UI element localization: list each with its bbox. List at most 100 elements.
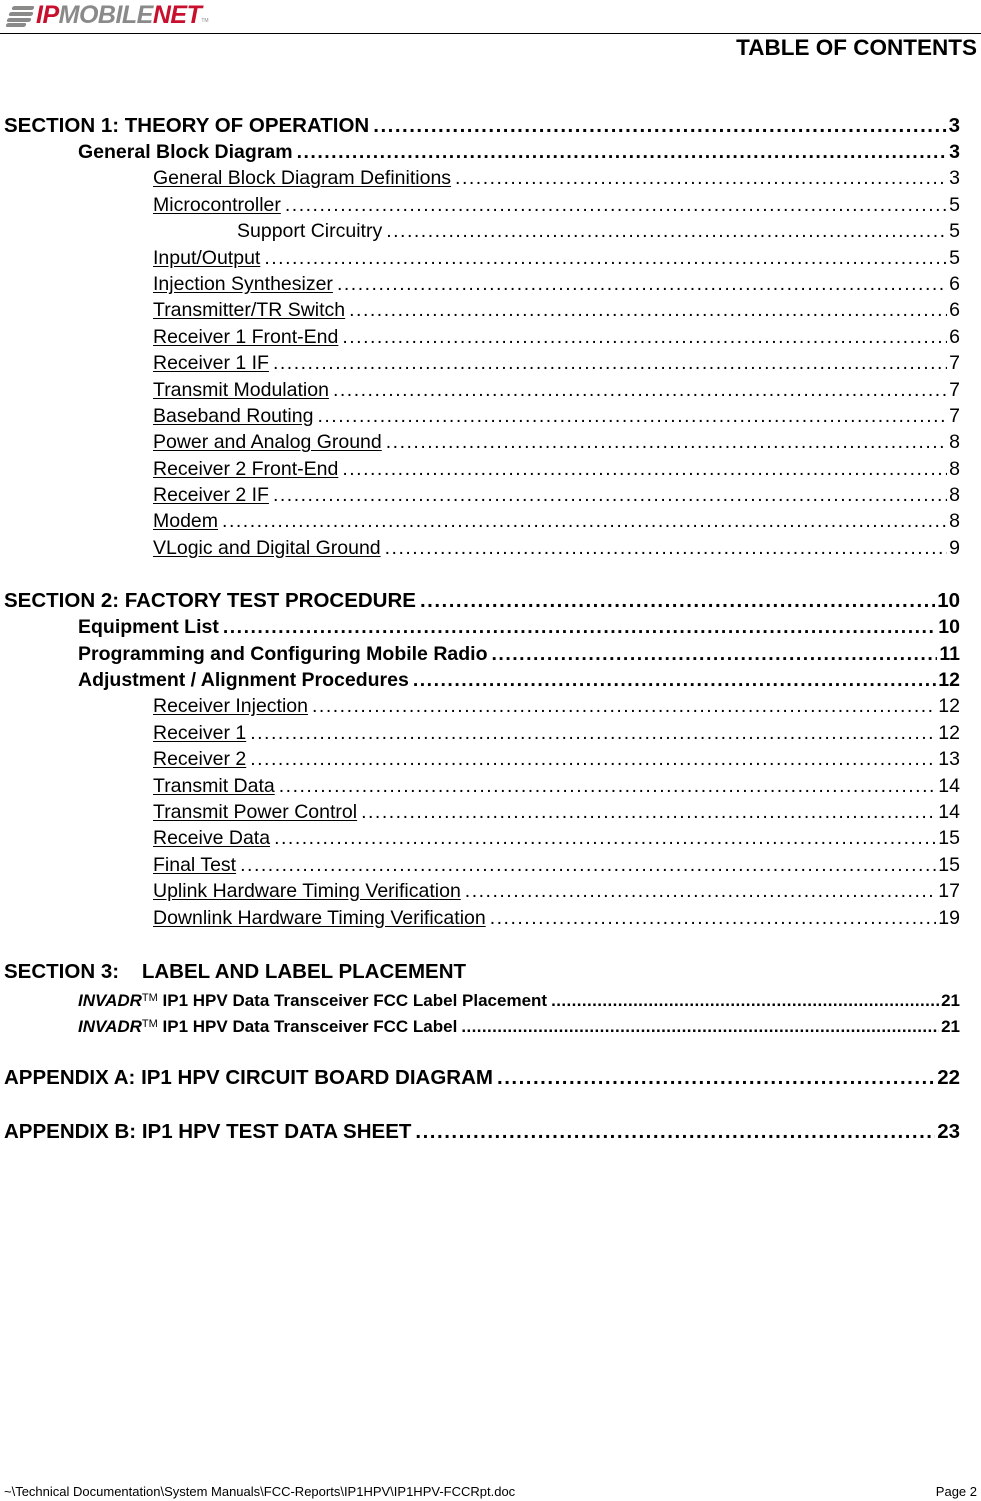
toc-entry[interactable]: General Block Diagram 3 bbox=[4, 139, 960, 165]
toc-entry-title: Uplink Hardware Timing Verification bbox=[153, 880, 461, 903]
toc-entry[interactable]: VLogic and Digital Ground 9 bbox=[4, 535, 960, 561]
toc-entry[interactable]: General Block Diagram Definitions 3 bbox=[4, 165, 960, 191]
toc-entry[interactable]: Receiver 1 IF 7 bbox=[4, 350, 960, 376]
toc-entry[interactable]: Input/Output 5 bbox=[4, 245, 960, 271]
dot-leader bbox=[386, 218, 947, 244]
toc-entry[interactable]: Receiver 2 IF 8 bbox=[4, 482, 960, 508]
toc-page-number: 10 bbox=[938, 616, 960, 639]
toc-page-number: 14 bbox=[938, 774, 960, 797]
toc-entry-title: General Block Diagram Definitions bbox=[153, 167, 452, 190]
toc-entry[interactable]: Transmitter/TR Switch 6 bbox=[4, 297, 960, 323]
toc-page-number: 8 bbox=[949, 484, 960, 507]
toc-page-number: 8 bbox=[949, 431, 960, 454]
toc-page-number: 8 bbox=[949, 510, 960, 533]
toc-entry-title: Transmit Modulation bbox=[153, 378, 329, 401]
toc-entry-title: Power and Analog Ground bbox=[153, 431, 382, 454]
toc-page-number: 6 bbox=[949, 272, 960, 295]
toc-entry[interactable]: Transmit Power Control 14 bbox=[4, 799, 960, 825]
toc-entry-title: Modem bbox=[153, 510, 219, 533]
toc-entry-title: Support Circuitry bbox=[237, 220, 383, 243]
toc-page-number: 15 bbox=[938, 853, 960, 876]
toc-entry-title: Receiver 2 bbox=[153, 748, 247, 771]
toc-entry[interactable]: Transmit Data 14 bbox=[4, 773, 960, 799]
dot-leader bbox=[492, 641, 938, 667]
toc-entry[interactable]: Transmit Modulation 7 bbox=[4, 377, 960, 403]
toc-entry-title: Receiver 1 Front-End bbox=[153, 325, 339, 348]
dot-leader bbox=[385, 535, 948, 561]
toc-entry-label[interactable]: INVADRTM IP1 HPV Data Transceiver FCC La… bbox=[4, 1011, 960, 1037]
trademark-symbol: TM bbox=[141, 1017, 158, 1030]
toc-entry-title: Receive Data bbox=[153, 827, 271, 850]
logo-mark-icon bbox=[5, 4, 35, 27]
toc-entry-label-placement[interactable]: INVADRTM IP1 HPV Data Transceiver FCC La… bbox=[4, 985, 960, 1011]
toc-entry[interactable]: Equipment List 10 bbox=[4, 614, 960, 640]
toc-entry[interactable]: Power and Analog Ground 8 bbox=[4, 429, 960, 455]
toc-page-number: 14 bbox=[938, 800, 960, 823]
toc-entry-title: Receiver 2 Front-End bbox=[153, 457, 339, 480]
company-logo: IPMobileNet TM bbox=[5, 0, 209, 29]
page-title: TABLE OF CONTENTS bbox=[736, 35, 977, 60]
toc-entry[interactable]: Programming and Configuring Mobile Radio… bbox=[4, 641, 960, 667]
toc-entry[interactable]: Final Test 15 bbox=[4, 852, 960, 878]
dot-leader bbox=[415, 1118, 935, 1145]
toc-page-number: 6 bbox=[949, 325, 960, 348]
toc-entry-title: INVADRTM IP1 HPV Data Transceiver FCC La… bbox=[78, 985, 547, 1014]
trademark-symbol: TM bbox=[141, 991, 158, 1004]
toc-section-1[interactable]: SECTION 1: THEORY OF OPERATION 3 bbox=[4, 112, 960, 139]
dot-leader bbox=[312, 693, 936, 719]
toc-entry-title: Receiver 1 IF bbox=[153, 352, 269, 375]
toc-entry[interactable]: Receiver Injection 12 bbox=[4, 693, 960, 719]
toc-page-number: 7 bbox=[949, 352, 960, 375]
toc-page-number: 7 bbox=[949, 378, 960, 401]
toc-entry[interactable]: Modem 8 bbox=[4, 508, 960, 534]
toc-entry[interactable]: Receiver 1 Front-End 6 bbox=[4, 324, 960, 350]
toc-section-2[interactable]: SECTION 2: FACTORY TEST PROCEDURE 10 bbox=[4, 587, 960, 614]
dot-leader bbox=[361, 799, 936, 825]
toc-entry-title: Downlink Hardware Timing Verification bbox=[153, 906, 486, 929]
toc-page-number: 3 bbox=[949, 167, 960, 190]
toc-entry[interactable]: Adjustment / Alignment Procedures 12 bbox=[4, 667, 960, 693]
toc-entry[interactable]: Support Circuitry 5 bbox=[4, 218, 960, 244]
dot-leader bbox=[240, 852, 936, 878]
toc-entry[interactable]: Receiver 2 13 bbox=[4, 746, 960, 772]
toc-entry-title: Microcontroller bbox=[153, 193, 281, 216]
toc-page-number: 5 bbox=[949, 220, 960, 243]
toc-appendix-a[interactable]: APPENDIX A: IP1 HPV CIRCUIT BOARD DIAGRA… bbox=[4, 1064, 960, 1091]
table-of-contents: SECTION 1: THEORY OF OPERATION 3 General … bbox=[4, 112, 960, 1145]
toc-section-3[interactable]: SECTION 3: LABEL AND LABEL PLACEMENT bbox=[4, 958, 960, 985]
toc-entry[interactable]: Downlink Hardware Timing Verification 19 bbox=[4, 905, 960, 931]
dot-leader bbox=[264, 245, 947, 271]
dot-leader bbox=[317, 403, 947, 429]
dot-leader bbox=[222, 508, 947, 534]
dot-leader bbox=[373, 112, 946, 139]
dot-leader bbox=[455, 165, 947, 191]
toc-entry[interactable]: Microcontroller 5 bbox=[4, 192, 960, 218]
toc-entry[interactable]: Uplink Hardware Timing Verification 17 bbox=[4, 878, 960, 904]
toc-entry-title: Receiver 1 bbox=[153, 721, 247, 744]
dot-leader bbox=[342, 324, 947, 350]
toc-page-number: 21 bbox=[941, 1016, 960, 1036]
dot-leader bbox=[337, 271, 947, 297]
toc-entry[interactable]: Injection Synthesizer 6 bbox=[4, 271, 960, 297]
header-divider bbox=[0, 33, 981, 34]
toc-entry[interactable]: Receiver 1 12 bbox=[4, 720, 960, 746]
toc-entry-title: Transmitter/TR Switch bbox=[153, 299, 346, 322]
dot-leader bbox=[274, 825, 936, 851]
toc-entry-title: General Block Diagram bbox=[78, 141, 293, 163]
toc-entry-title: APPENDIX A: IP1 HPV CIRCUIT BOARD DIAGRA… bbox=[4, 1065, 493, 1089]
logo-mobile: Mobile bbox=[58, 0, 154, 29]
toc-entry[interactable]: Receive Data 15 bbox=[4, 825, 960, 851]
toc-page-number: 10 bbox=[937, 589, 960, 613]
toc-page-number: 5 bbox=[949, 193, 960, 216]
toc-page-number: 9 bbox=[949, 536, 960, 559]
toc-page-number: 22 bbox=[937, 1065, 960, 1089]
toc-page-number: 3 bbox=[949, 141, 960, 163]
toc-entry-title: Injection Synthesizer bbox=[153, 272, 333, 295]
toc-entry-title: Receiver Injection bbox=[153, 695, 308, 718]
toc-entry[interactable]: Receiver 2 Front-End 8 bbox=[4, 456, 960, 482]
logo-trademark: TM bbox=[201, 18, 209, 24]
toc-appendix-b[interactable]: APPENDIX B: IP1 HPV TEST DATA SHEET 23 bbox=[4, 1118, 960, 1145]
toc-entry[interactable]: Baseband Routing 7 bbox=[4, 403, 960, 429]
